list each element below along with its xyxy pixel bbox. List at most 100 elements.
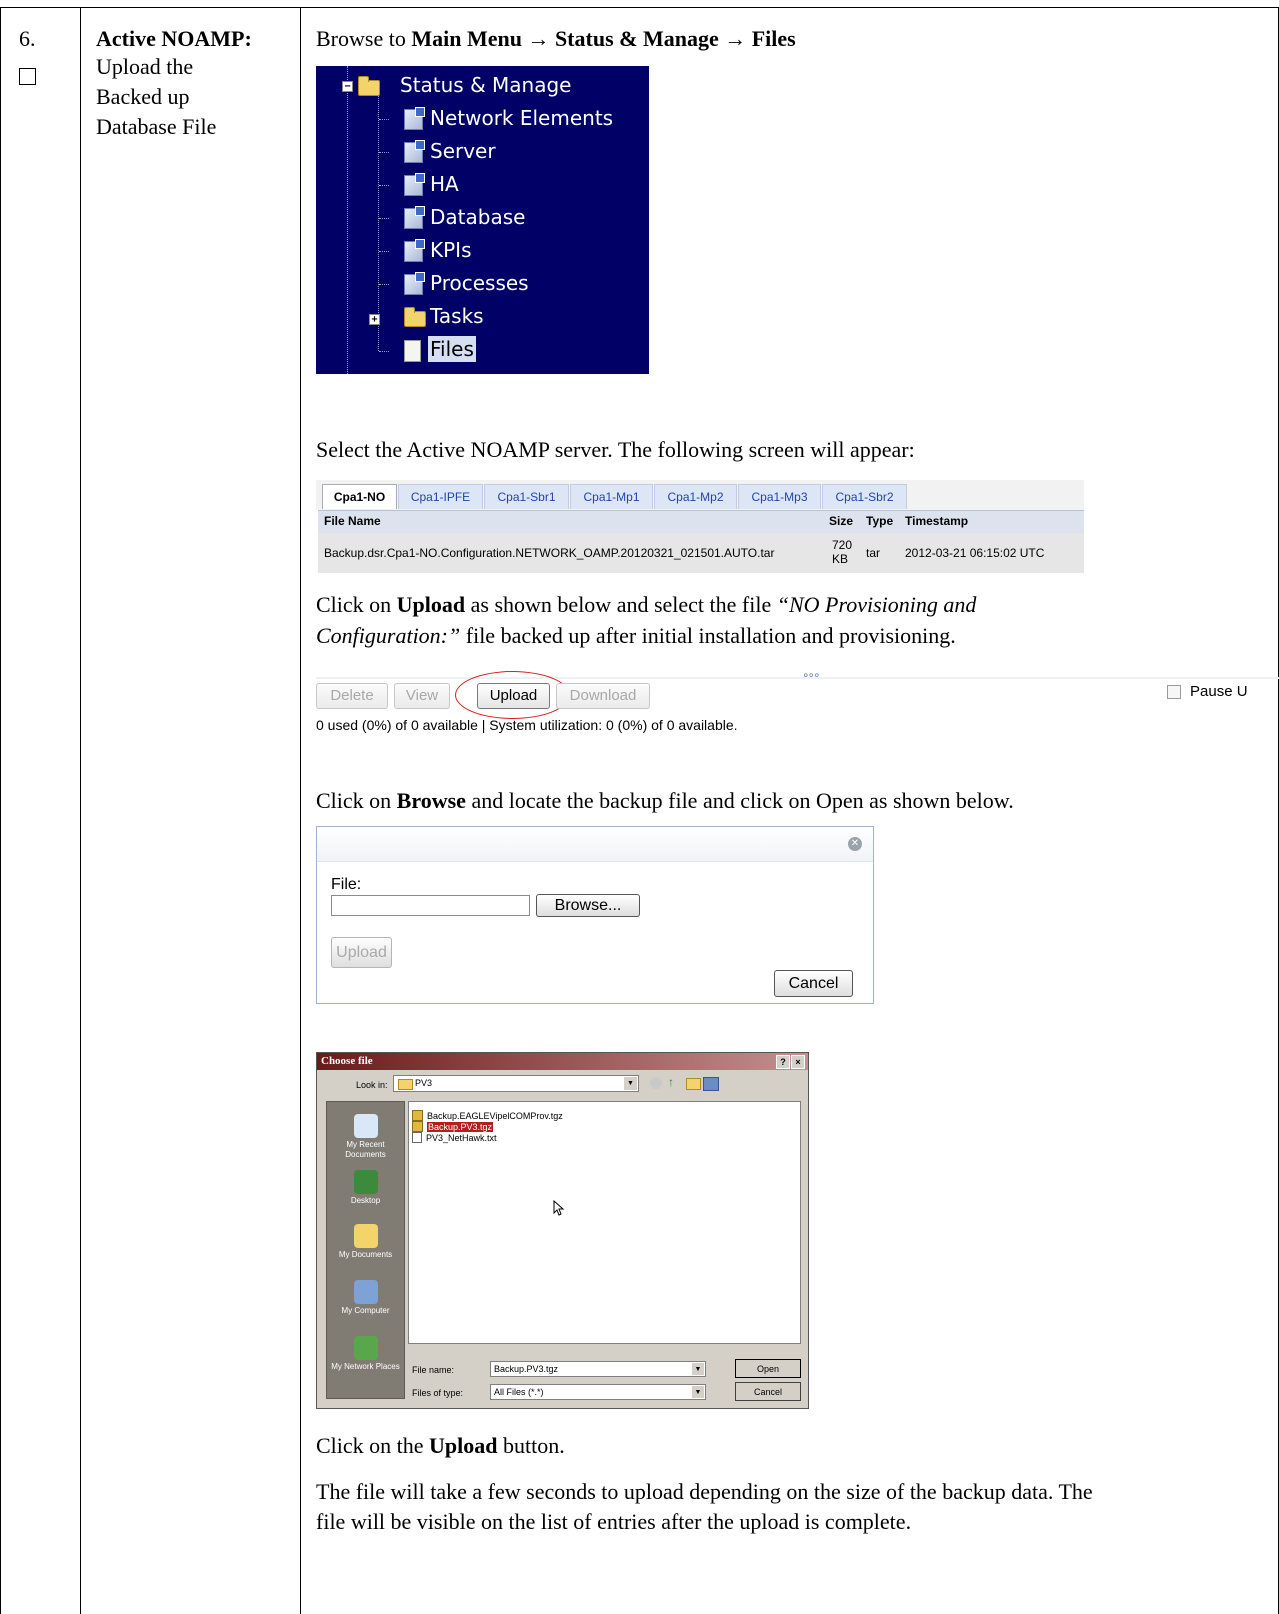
- close-icon[interactable]: ×: [791, 1055, 805, 1069]
- files-of-type-value: All Files (*.*): [494, 1387, 544, 1397]
- back-icon[interactable]: [650, 1077, 662, 1089]
- click-upload-instruction: Click on the Upload button.: [316, 1431, 565, 1460]
- files-of-type-label: Files of type:: [412, 1388, 464, 1398]
- expand-toggle-icon[interactable]: +: [369, 314, 380, 325]
- table-top-border: [0, 7, 1279, 8]
- choose-cancel-button[interactable]: Cancel: [735, 1382, 801, 1401]
- collapse-toggle-icon[interactable]: −: [342, 81, 353, 92]
- folder-icon: [398, 1079, 413, 1090]
- place-desktop[interactable]: Desktop: [327, 1170, 404, 1206]
- upload-dialog: ✕ File: Browse... Upload Cancel: [316, 826, 874, 1004]
- browse-line-prefix: Click on: [316, 788, 397, 813]
- file-list: Backup.EAGLEVipelCOMProv.tgz Backup.PV3.…: [408, 1101, 801, 1344]
- choose-title: Choose file: [321, 1055, 373, 1067]
- place-label: My Recent Documents: [345, 1140, 386, 1159]
- table-header-row: [318, 510, 1084, 533]
- browse-line-bold: Browse: [396, 788, 466, 813]
- file-list-item[interactable]: PV3_NetHawk.txt: [412, 1128, 497, 1143]
- tree-item-database[interactable]: Database: [430, 204, 525, 230]
- browse-button[interactable]: Browse...: [536, 894, 640, 917]
- choose-file-dialog: Choose file ? × Look in: PV3 ▼ ↑ My Rece…: [316, 1052, 809, 1409]
- file-timestamp-cell: 2012-03-21 06:15:02 UTC: [905, 546, 1045, 560]
- tab-cpa1-sbr1[interactable]: Cpa1-Sbr1: [484, 484, 569, 509]
- upload-italic-1: “NO Provisioning and: [776, 592, 977, 617]
- my-computer-icon: [353, 1280, 378, 1304]
- tree-item-processes[interactable]: Processes: [430, 270, 529, 296]
- upload-rest: file backed up after initial installatio…: [460, 623, 956, 648]
- mouse-cursor-icon: [553, 1200, 565, 1216]
- upload-button[interactable]: Upload: [477, 683, 550, 709]
- page-icon: [404, 239, 425, 262]
- tree-connector: [379, 185, 389, 186]
- file-list-item[interactable]: Backup.EAGLEVipelCOMProv.tgz: [412, 1106, 563, 1121]
- browse-file-instruction: Click on Browse and locate the backup fi…: [316, 786, 1014, 815]
- place-my-network-places[interactable]: My Network Places: [327, 1336, 404, 1372]
- column-header-file-name[interactable]: File Name: [324, 514, 381, 528]
- download-button[interactable]: Download: [556, 683, 650, 709]
- page-icon: [404, 173, 425, 196]
- dialog-upload-button[interactable]: Upload: [331, 937, 392, 968]
- view-menu-icon[interactable]: [703, 1077, 719, 1091]
- tree-item-server[interactable]: Server: [430, 138, 496, 164]
- table-col-divider-2: [300, 7, 301, 1614]
- table-col-divider-1: [80, 7, 81, 1614]
- desktop-icon: [353, 1170, 378, 1194]
- dropdown-arrow-icon: ▼: [692, 1363, 704, 1375]
- look-in-select[interactable]: PV3 ▼: [393, 1075, 639, 1092]
- tab-cpa1-mp2[interactable]: Cpa1-Mp2: [654, 484, 737, 509]
- click-upload-prefix: Click on the: [316, 1433, 430, 1458]
- step-checkbox[interactable]: [19, 68, 36, 85]
- final-note-line-1: The file will take a few seconds to uplo…: [316, 1479, 1093, 1504]
- upload-instruction-line-1: Click on Upload as shown below and selec…: [316, 590, 976, 619]
- open-button[interactable]: Open: [735, 1359, 801, 1378]
- tree-connector: [379, 351, 389, 352]
- file-name-input[interactable]: Backup.PV3.tgz ▼: [490, 1361, 706, 1377]
- view-button[interactable]: View: [394, 683, 450, 709]
- tree-item-tasks[interactable]: Tasks: [430, 303, 484, 329]
- column-header-timestamp[interactable]: Timestamp: [905, 514, 968, 528]
- dropdown-arrow-icon: ▼: [692, 1386, 704, 1398]
- file-path-input[interactable]: [331, 895, 530, 916]
- dialog-title-bar: [317, 827, 873, 862]
- folder-open-icon: [358, 76, 380, 96]
- browse-path: Main Menu → Status & Manage → Files: [411, 26, 796, 51]
- up-folder-icon[interactable]: ↑: [668, 1076, 681, 1089]
- new-folder-icon[interactable]: [686, 1078, 701, 1090]
- place-my-computer[interactable]: My Computer: [327, 1280, 404, 1316]
- splitter-handle-icon[interactable]: ∘∘∘: [802, 668, 820, 682]
- place-label: My Documents: [338, 1250, 393, 1259]
- upload-bold: Upload: [396, 592, 466, 617]
- upload-prefix: Click on: [316, 592, 397, 617]
- tab-cpa1-no[interactable]: Cpa1-NO: [322, 484, 397, 509]
- cancel-button[interactable]: Cancel: [774, 970, 853, 997]
- files-of-type-select[interactable]: All Files (*.*) ▼: [490, 1384, 706, 1400]
- page-icon: [404, 140, 425, 163]
- place-my-documents[interactable]: My Documents: [327, 1224, 404, 1260]
- tab-cpa1-ipfe[interactable]: Cpa1-IPFE: [398, 484, 483, 509]
- column-header-type[interactable]: Type: [866, 514, 893, 528]
- upload-italic-2: Configuration:”: [316, 623, 461, 648]
- tree-item-network-elements[interactable]: Network Elements: [430, 105, 613, 131]
- pause-checkbox[interactable]: [1167, 685, 1181, 699]
- tab-cpa1-mp1[interactable]: Cpa1-Mp1: [570, 484, 653, 509]
- file-name-label: File name:: [412, 1365, 455, 1375]
- tab-cpa1-sbr2[interactable]: Cpa1-Sbr2: [822, 484, 907, 509]
- tree-item-files[interactable]: Files: [428, 336, 476, 362]
- tree-connector: [379, 119, 389, 120]
- close-icon[interactable]: ✕: [848, 837, 862, 851]
- delete-button[interactable]: Delete: [316, 683, 388, 709]
- place-my-recent-documents[interactable]: My Recent Documents: [327, 1114, 404, 1160]
- tree-item-status-manage[interactable]: Status & Manage: [400, 72, 571, 98]
- tab-cpa1-mp3[interactable]: Cpa1-Mp3: [738, 484, 821, 509]
- tree-item-kpis[interactable]: KPIs: [430, 237, 472, 263]
- step-description-line-2: Backed up: [96, 84, 190, 109]
- column-header-size[interactable]: Size: [829, 514, 853, 528]
- tree-connector: [379, 152, 389, 153]
- look-in-label: Look in:: [356, 1080, 388, 1090]
- tree-item-ha[interactable]: HA: [430, 171, 459, 197]
- help-icon[interactable]: ?: [776, 1055, 790, 1069]
- page-icon: [404, 272, 425, 295]
- step-description-line-3: Database File: [96, 114, 217, 139]
- file-list-item-selected[interactable]: Backup.PV3.tgz: [412, 1117, 494, 1132]
- place-label: My Network Places: [331, 1362, 400, 1371]
